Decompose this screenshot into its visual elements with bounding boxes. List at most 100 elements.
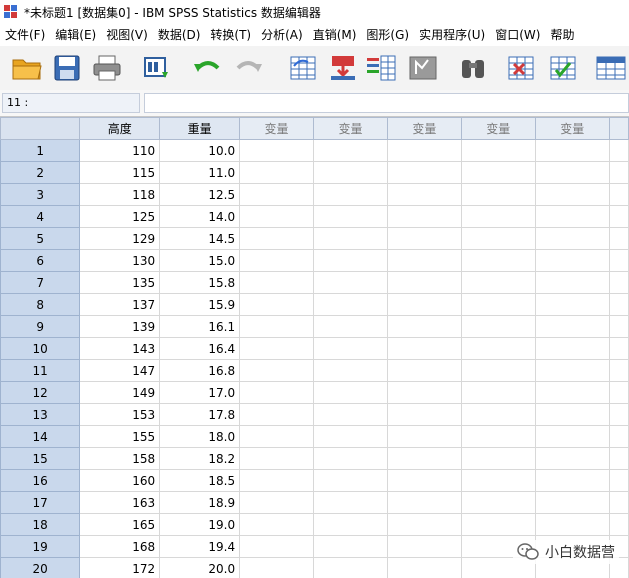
cell-weight[interactable]: 17.0 <box>159 381 241 404</box>
cell-empty[interactable] <box>239 139 314 162</box>
cell-empty[interactable] <box>609 139 629 162</box>
cell-empty[interactable] <box>313 161 388 184</box>
cell-empty[interactable] <box>387 513 462 536</box>
cell-empty[interactable] <box>239 513 314 536</box>
save-icon[interactable] <box>50 52 84 84</box>
insert-variable-icon[interactable] <box>546 52 580 84</box>
cell-weight[interactable]: 18.5 <box>159 469 241 492</box>
row-number[interactable]: 9 <box>0 315 81 338</box>
grid-corner[interactable] <box>0 117 81 140</box>
cell-empty[interactable] <box>313 513 388 536</box>
cell-empty[interactable] <box>609 249 629 272</box>
menu-direct-marketing[interactable]: 直销(M) <box>308 24 362 46</box>
row-number[interactable]: 14 <box>0 425 81 448</box>
cell-empty[interactable] <box>387 381 462 404</box>
cell-empty[interactable] <box>387 139 462 162</box>
cell-value-input[interactable] <box>144 93 629 113</box>
cell-empty[interactable] <box>239 491 314 514</box>
cell-empty[interactable] <box>239 535 314 558</box>
cell-empty[interactable] <box>535 513 610 536</box>
find-icon[interactable] <box>456 52 490 84</box>
row-number[interactable]: 5 <box>0 227 81 250</box>
column-header-partial[interactable] <box>608 117 629 140</box>
cell-empty[interactable] <box>535 447 610 470</box>
cell-weight[interactable]: 16.1 <box>159 315 241 338</box>
row-number[interactable]: 4 <box>0 205 81 228</box>
menu-data[interactable]: 数据(D) <box>153 24 206 46</box>
cell-empty[interactable] <box>535 403 610 426</box>
cell-weight[interactable]: 18.0 <box>159 425 241 448</box>
cell-height[interactable]: 135 <box>79 271 161 294</box>
row-number[interactable]: 17 <box>0 491 81 514</box>
cell-empty[interactable] <box>239 447 314 470</box>
cell-weight[interactable]: 10.0 <box>159 139 241 162</box>
cell-empty[interactable] <box>535 139 610 162</box>
cell-empty[interactable] <box>387 315 462 338</box>
recall-dialog-icon[interactable] <box>140 52 174 84</box>
cell-empty[interactable] <box>387 447 462 470</box>
cell-height[interactable]: 155 <box>79 425 161 448</box>
cell-empty[interactable] <box>461 293 536 316</box>
cell-empty[interactable] <box>239 359 314 382</box>
cell-empty[interactable] <box>609 205 629 228</box>
goto-case-icon[interactable] <box>286 52 320 84</box>
cell-empty[interactable] <box>535 271 610 294</box>
cell-empty[interactable] <box>313 557 388 578</box>
cell-empty[interactable] <box>535 293 610 316</box>
cell-empty[interactable] <box>609 227 629 250</box>
cell-empty[interactable] <box>313 249 388 272</box>
cell-empty[interactable] <box>535 337 610 360</box>
cell-empty[interactable] <box>387 491 462 514</box>
column-header[interactable]: 高度 <box>79 117 161 140</box>
cell-empty[interactable] <box>461 381 536 404</box>
cell-height[interactable]: 130 <box>79 249 161 272</box>
cell-empty[interactable] <box>313 403 388 426</box>
row-number[interactable]: 20 <box>0 557 81 578</box>
cell-empty[interactable] <box>609 183 629 206</box>
cell-weight[interactable]: 18.9 <box>159 491 241 514</box>
cell-weight[interactable]: 14.0 <box>159 205 241 228</box>
cell-empty[interactable] <box>461 403 536 426</box>
cell-empty[interactable] <box>387 161 462 184</box>
cell-empty[interactable] <box>609 359 629 382</box>
cell-empty[interactable] <box>535 469 610 492</box>
cell-height[interactable]: 153 <box>79 403 161 426</box>
cell-empty[interactable] <box>313 293 388 316</box>
cell-empty[interactable] <box>387 227 462 250</box>
cell-weight[interactable]: 15.9 <box>159 293 241 316</box>
menu-view[interactable]: 视图(V) <box>101 24 153 46</box>
cell-empty[interactable] <box>461 315 536 338</box>
cell-height[interactable]: 158 <box>79 447 161 470</box>
variables-icon[interactable] <box>364 52 398 84</box>
cell-empty[interactable] <box>461 139 536 162</box>
cell-height[interactable]: 172 <box>79 557 161 578</box>
cell-empty[interactable] <box>535 161 610 184</box>
cell-empty[interactable] <box>461 205 536 228</box>
cell-empty[interactable] <box>313 447 388 470</box>
cell-height[interactable]: 125 <box>79 205 161 228</box>
cell-empty[interactable] <box>313 535 388 558</box>
cell-empty[interactable] <box>387 271 462 294</box>
cell-height[interactable]: 160 <box>79 469 161 492</box>
cell-empty[interactable] <box>387 359 462 382</box>
redo-icon[interactable] <box>232 52 266 84</box>
cell-empty[interactable] <box>535 183 610 206</box>
cell-empty[interactable] <box>461 183 536 206</box>
run-descriptives-icon[interactable] <box>406 52 440 84</box>
cell-empty[interactable] <box>461 513 536 536</box>
cell-empty[interactable] <box>461 447 536 470</box>
cell-empty[interactable] <box>535 425 610 448</box>
cell-empty[interactable] <box>387 535 462 558</box>
cell-empty[interactable] <box>461 359 536 382</box>
cell-empty[interactable] <box>313 271 388 294</box>
cell-weight[interactable]: 12.5 <box>159 183 241 206</box>
cell-height[interactable]: 129 <box>79 227 161 250</box>
cell-empty[interactable] <box>387 337 462 360</box>
cell-empty[interactable] <box>239 249 314 272</box>
cell-empty[interactable] <box>461 425 536 448</box>
cell-empty[interactable] <box>239 381 314 404</box>
row-number[interactable]: 6 <box>0 249 81 272</box>
cell-height[interactable]: 137 <box>79 293 161 316</box>
cell-empty[interactable] <box>313 425 388 448</box>
row-number[interactable]: 2 <box>0 161 81 184</box>
